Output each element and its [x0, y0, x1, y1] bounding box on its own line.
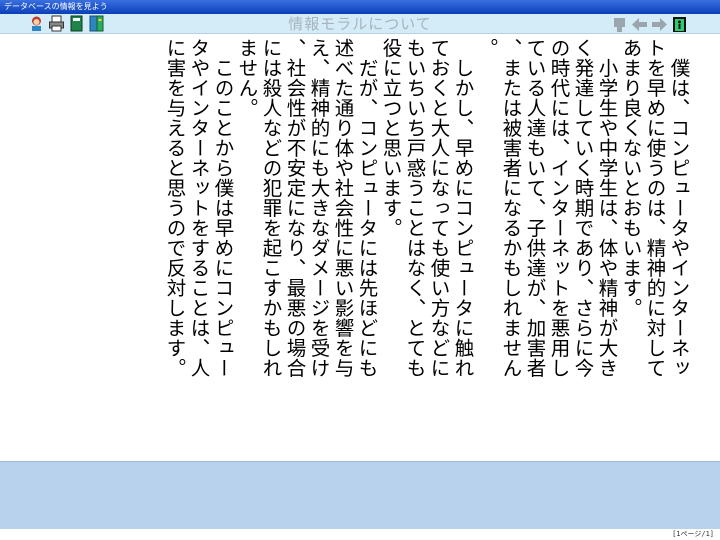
- notebook-icon[interactable]: [88, 15, 105, 32]
- window-title: データベースの情報を見よう: [4, 2, 108, 11]
- toolbar-left-group: [28, 15, 105, 32]
- toolbar-right-group: [611, 16, 688, 33]
- vertical-article-text: 僕は、コンピュータやインターネッ トを早めに使うのは、精神的に対して あまり良く…: [162, 38, 690, 458]
- status-bar: [1ページ/1]: [0, 529, 720, 540]
- paragraph: だが、コンピュータには先ほどにも 述べた通り体や社会性に悪い影響を与 え、精神的…: [235, 38, 378, 378]
- forward-arrow-icon[interactable]: [651, 16, 668, 33]
- back-arrow-icon[interactable]: [631, 16, 648, 33]
- toolbar: 情報モラルについて: [0, 14, 720, 34]
- book-icon[interactable]: [68, 15, 85, 32]
- paragraph: 小学生や中学生は、体や精神が大き く発達していく時期であり、さらに今 の時代には…: [475, 38, 618, 378]
- window-titlebar: データベースの情報を見よう: [0, 0, 720, 14]
- paragraph: しかし、早めにコンピュータに触れ ておくと大人になっても使い方などに もいちいち…: [379, 38, 474, 378]
- paragraph: 僕は、コンピュータやインターネッ トを早めに使うのは、精神的に対して あまり良く…: [619, 38, 690, 378]
- character-icon[interactable]: [28, 15, 45, 32]
- bookmark-icon[interactable]: [611, 16, 628, 33]
- paragraph: このことから僕は早めにコンピュー タやインターネットをすることは、人 に害を与え…: [163, 38, 234, 378]
- bottom-panel: [0, 461, 720, 529]
- exit-door-icon[interactable]: [671, 16, 688, 33]
- print-icon[interactable]: [48, 15, 65, 32]
- article-content: 僕は、コンピュータやインターネッ トを早めに使うのは、精神的に対して あまり良く…: [0, 34, 720, 460]
- page-indicator: [1ページ/1]: [672, 530, 714, 538]
